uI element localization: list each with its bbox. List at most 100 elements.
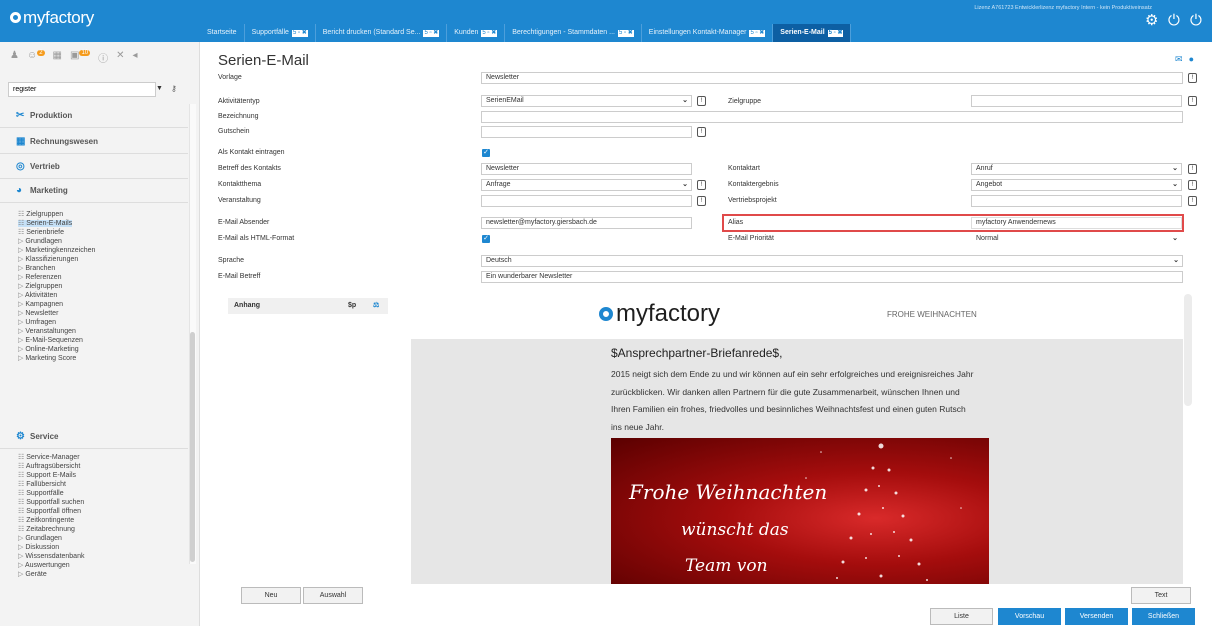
aktivitaetentyp-button[interactable]: ! [697, 96, 706, 106]
bezeichnung-field[interactable] [481, 111, 1183, 123]
kontaktthema-button[interactable]: ! [697, 180, 706, 190]
mail-icon[interactable]: ✉ [1175, 54, 1189, 64]
vertriebsprojekt-field[interactable] [971, 195, 1182, 207]
info-icon[interactable]: ⓘ [98, 50, 108, 66]
vorschau-button[interactable]: Vorschau [998, 608, 1061, 625]
sidebar-item[interactable]: ☷ Fallübersicht [18, 480, 188, 489]
absender-field[interactable]: newsletter@myfactory.giersbach.de [481, 217, 692, 229]
sprache-select[interactable]: Deutsch ⌄ [481, 255, 1183, 267]
chat-icon[interactable]: ● [1189, 54, 1200, 64]
section-produktion[interactable]: ✂ Produktion [0, 104, 188, 128]
kontaktart-button[interactable]: ! [1188, 164, 1197, 174]
sidebar-item[interactable]: ▷ Aktivitäten [18, 291, 188, 300]
power-icon[interactable]: ⏻ [1168, 13, 1180, 29]
sidebar-item[interactable]: ☷ Auftragsübersicht [18, 462, 188, 471]
chevron-down-icon[interactable]: ▼ [156, 85, 163, 92]
tab-controls[interactable]: 5 ▫ ✖ [749, 30, 766, 37]
tab-item[interactable]: Supportfälle 5 ▫ ✖ [245, 24, 316, 42]
betreff-kontakt-field[interactable]: Newsletter [481, 163, 692, 175]
sidebar-item[interactable]: ▷ Grundlagen [18, 237, 188, 246]
betreff-field[interactable]: Ein wunderbarer Newsletter [481, 271, 1183, 283]
vorlage-field[interactable]: Newsletter [481, 72, 1183, 84]
versenden-button[interactable]: Versenden [1065, 608, 1128, 625]
preview-scrollbar[interactable] [1184, 294, 1192, 406]
sidebar-item[interactable]: ☷ Zielgruppen [18, 210, 188, 219]
sidebar-item[interactable]: ☷ Serien-E-Mails [18, 219, 188, 228]
tab-item[interactable]: Berechtigungen - Stammdaten ... 5 ▫ ✖ [505, 24, 642, 42]
kontaktergebnis-select[interactable]: Angebot ⌄ [971, 179, 1182, 191]
sidebar-item[interactable]: ▷ Wissensdatenbank [18, 552, 188, 561]
vertriebsprojekt-button[interactable]: ! [1188, 196, 1197, 206]
auswahl-button[interactable]: Auswahl [303, 587, 363, 604]
sidebar-item[interactable]: ☷ Serienbriefe [18, 228, 188, 237]
sidebar-item[interactable]: ▷ Marketing Score [18, 354, 188, 363]
schliessen-button[interactable]: Schließen [1132, 608, 1195, 625]
als-kontakt-checkbox[interactable]: ✓ [482, 149, 490, 157]
app-logo[interactable]: myfactory [10, 8, 94, 28]
sidebar-item[interactable]: ☷ Support E-Mails [18, 471, 188, 480]
section-rechnungswesen[interactable]: ▦ Rechnungswesen [0, 130, 188, 154]
section-vertrieb[interactable]: ◎ Vertrieb [0, 155, 188, 179]
kontaktergebnis-button[interactable]: ! [1188, 180, 1197, 190]
sidebar-item[interactable]: ☷ Service-Manager [18, 453, 188, 462]
attach-icon[interactable]: ⚖ [373, 298, 379, 314]
tab-item[interactable]: Startseite [200, 24, 245, 42]
section-service[interactable]: ⚙ Service [0, 425, 188, 449]
sidebar-item[interactable]: ▷ Klassifizierungen [18, 255, 188, 264]
sidebar-item[interactable]: ▷ Kampagnen [18, 300, 188, 309]
contacts-icon[interactable]: ☺ 2 [27, 50, 45, 66]
zielgruppe-field[interactable] [971, 95, 1182, 107]
sidebar-item[interactable]: ▷ E-Mail-Sequenzen [18, 336, 188, 345]
sidebar-item[interactable]: ☷ Supportfall öffnen [18, 507, 188, 516]
collapse-icon[interactable]: ◂ [133, 50, 138, 66]
neu-button[interactable]: Neu [241, 587, 301, 604]
logout-icon[interactable]: ⏻ [1190, 13, 1202, 29]
tab-item[interactable]: Einstellungen Kontakt-Manager 5 ▫ ✖ [642, 24, 774, 42]
veranstaltung-button[interactable]: ! [697, 196, 706, 206]
sidebar-item[interactable]: ▷ Referenzen [18, 273, 188, 282]
tab-item[interactable]: Bericht drucken (Standard Se... 5 ▫ ✖ [316, 24, 448, 42]
tab-controls[interactable]: 5 ▫ ✖ [481, 30, 498, 37]
sidebar-item[interactable]: ☷ Supportfälle [18, 489, 188, 498]
liste-button[interactable]: Liste [930, 608, 993, 625]
user-icon[interactable]: ♟ [10, 50, 19, 66]
sidebar-item[interactable]: ▷ Online-Marketing [18, 345, 188, 354]
sidebar-item[interactable]: ▷ Grundlagen [18, 534, 188, 543]
pin-icon[interactable]: ✕ [116, 50, 124, 66]
zielgruppe-button[interactable]: ! [1188, 96, 1197, 106]
calendar-icon[interactable]: ▦ [53, 50, 62, 66]
sidebar-item[interactable]: ▷ Zielgruppen [18, 282, 188, 291]
aktivitaetentyp-select[interactable]: SerienEMail ⌄ [481, 95, 692, 107]
tab-item[interactable]: Serien-E-Mail 5 ▫ ✖ [773, 24, 852, 42]
sidebar-item[interactable]: ▷ Diskussion [18, 543, 188, 552]
tab-controls[interactable]: 5 ▫ ✖ [291, 30, 308, 37]
sidebar-item[interactable]: ▷ Branchen [18, 264, 188, 273]
tab-controls[interactable]: 5 ▫ ✖ [617, 30, 634, 37]
vorlage-button[interactable]: ! [1188, 73, 1197, 83]
tasks-icon[interactable]: ▣ 10 [70, 50, 91, 66]
text-button[interactable]: Text [1131, 587, 1191, 604]
section-marketing[interactable]: ◕ Marketing [0, 179, 188, 203]
gear-icon[interactable]: ⚙ [1145, 13, 1158, 29]
key-icon[interactable]: ⚷ [171, 84, 177, 93]
sidebar-item[interactable]: ☷ Zeitkontingente [18, 516, 188, 525]
prioritaet-select[interactable]: Normal ⌄ [971, 233, 1182, 245]
alias-field[interactable]: myfactory Anwendernews [971, 217, 1182, 229]
tab-controls[interactable]: 5 ▫ ✖ [827, 30, 844, 37]
sidebar-scrollbar-thumb[interactable] [190, 332, 195, 562]
tab-controls[interactable]: 5 ▫ ✖ [423, 30, 440, 37]
search-input[interactable] [8, 82, 156, 97]
sidebar-item[interactable]: ▷ Veranstaltungen [18, 327, 188, 336]
kontaktthema-select[interactable]: Anfrage ⌄ [481, 179, 692, 191]
tab-item[interactable]: Kunden 5 ▫ ✖ [447, 24, 506, 42]
gutschein-field[interactable] [481, 126, 692, 138]
gutschein-button[interactable]: ! [697, 127, 706, 137]
sidebar-item[interactable]: ☷ Zeitabrechnung [18, 525, 188, 534]
html-format-checkbox[interactable]: ✓ [482, 235, 490, 243]
sidebar-item[interactable]: ▷ Marketingkennzeichen [18, 246, 188, 255]
veranstaltung-field[interactable] [481, 195, 692, 207]
sidebar-item[interactable]: ▷ Newsletter [18, 309, 188, 318]
sidebar-item[interactable]: ☷ Supportfall suchen [18, 498, 188, 507]
sidebar-item[interactable]: ▷ Geräte [18, 570, 188, 579]
sidebar-item[interactable]: ▷ Auswertungen [18, 561, 188, 570]
